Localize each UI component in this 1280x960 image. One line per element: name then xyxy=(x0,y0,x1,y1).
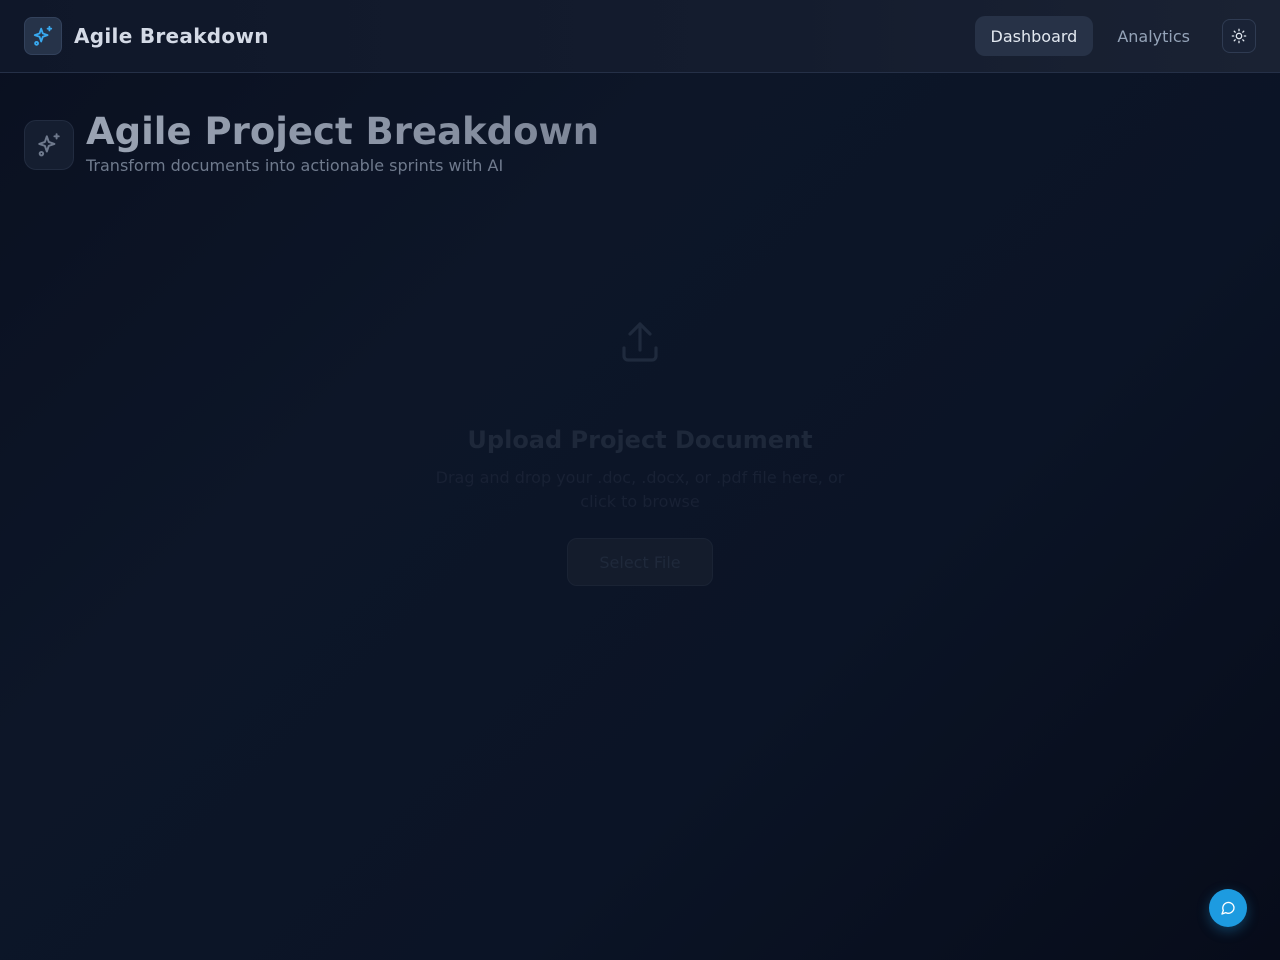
nav-dashboard[interactable]: Dashboard xyxy=(974,16,1094,56)
upload-icon xyxy=(622,322,658,362)
page-title: Agile Project Breakdown xyxy=(86,110,600,153)
page-hero: Agile Project Breakdown Transform docume… xyxy=(24,110,599,175)
select-file-button[interactable]: Select File xyxy=(567,538,713,586)
main-nav: Dashboard Analytics xyxy=(974,16,1256,56)
upload-description: Drag and drop your .doc, .docx, or .pdf … xyxy=(435,468,845,511)
chat-bubble-icon xyxy=(1221,901,1235,915)
nav-analytics[interactable]: Analytics xyxy=(1101,16,1206,56)
upload-title: Upload Project Document xyxy=(467,426,813,454)
theme-toggle-button[interactable] xyxy=(1222,19,1256,53)
chat-button[interactable] xyxy=(1209,889,1247,927)
page-subtitle: Transform documents into actionable spri… xyxy=(86,156,504,175)
top-navbar: Agile Breakdown Dashboard Analytics xyxy=(0,0,1280,73)
sparkles-icon xyxy=(24,120,74,170)
upload-dropzone[interactable]: Upload Project Document Drag and drop yo… xyxy=(420,310,860,590)
brand-title: Agile Breakdown xyxy=(74,24,269,48)
sparkles-icon xyxy=(24,17,62,55)
sun-icon xyxy=(1231,28,1247,44)
brand[interactable]: Agile Breakdown xyxy=(24,17,269,55)
